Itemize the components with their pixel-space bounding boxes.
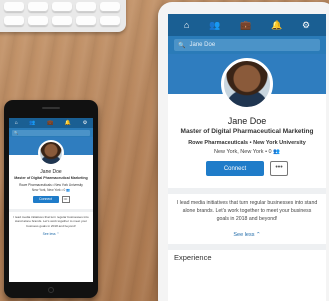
jobs-icon[interactable]: 💼 (240, 20, 251, 30)
home-button[interactable] (48, 287, 54, 293)
phone-search-bar: 🔍 (9, 128, 93, 137)
profile-summary: I lead media initiatives that turn regul… (176, 200, 318, 222)
phone-speaker (42, 107, 60, 109)
tablet-nav-bar: ⌂ 👥 💼 🔔 ⚙ (168, 14, 326, 36)
home-icon[interactable]: ⌂ (15, 120, 18, 126)
see-less-link[interactable]: See less ⌃ (9, 232, 93, 236)
avatar[interactable] (221, 58, 273, 110)
see-less-link[interactable]: See less ⌃ (168, 232, 326, 238)
search-input[interactable]: 🔍 (12, 129, 90, 136)
search-text: Jane Doe (189, 42, 216, 48)
profile-headline: Master of Digital Pharmaceutical Marketi… (14, 176, 88, 180)
profile-company: Rowe Pharmaceuticals • New York Universi… (188, 140, 306, 147)
me-icon[interactable]: ⚙ (302, 20, 310, 30)
notifications-icon[interactable]: 🔔 (65, 120, 71, 126)
profile-card: Jane Doe Master of Digital Pharmaceutica… (9, 140, 93, 203)
jobs-icon[interactable]: 💼 (47, 120, 53, 126)
search-icon: 🔍 (14, 130, 19, 135)
tablet-search-bar: 🔍 Jane Doe (168, 36, 326, 54)
connect-button[interactable]: Connect (32, 195, 59, 203)
keyboard (0, 0, 126, 32)
network-icon[interactable]: 👥 (209, 20, 220, 30)
profile-summary: I lead media initiatives that turn regul… (13, 214, 89, 228)
network-icon[interactable]: 👥 (29, 120, 35, 126)
more-button[interactable]: ••• (61, 195, 70, 203)
me-icon[interactable]: ⚙ (83, 120, 87, 126)
search-input[interactable]: 🔍 Jane Doe (174, 39, 320, 51)
phone-screen: ⌂ 👥 💼 🔔 ⚙ 🔍 Jane Doe Master of Digital P… (9, 118, 93, 282)
profile-actions: Connect ••• (12, 195, 90, 203)
profile-card: Jane Doe Master of Digital Pharmaceutica… (168, 58, 326, 177)
search-icon: 🔍 (178, 42, 186, 49)
profile-location: New York, New York • 0 👥 (214, 149, 280, 156)
connect-button[interactable]: Connect (206, 161, 264, 177)
tablet-screen: ⌂ 👥 💼 🔔 ⚙ 🔍 Jane Doe Jane Doe Master of … (168, 14, 326, 301)
profile-headline: Master of Digital Pharmaceutical Marketi… (180, 128, 314, 135)
home-icon[interactable]: ⌂ (184, 20, 189, 30)
phone-nav-bar: ⌂ 👥 💼 🔔 ⚙ (9, 118, 93, 128)
profile-actions: Connect ••• (174, 161, 320, 177)
tablet-device: ⌂ 👥 💼 🔔 ⚙ 🔍 Jane Doe Jane Doe Master of … (158, 2, 329, 301)
profile-company: Rowe Pharmaceuticals • New York Universi… (19, 182, 83, 187)
experience-heading: Experience (174, 252, 212, 262)
profile-location: New York, New York • 0 👥 (31, 187, 71, 192)
phone-device: ⌂ 👥 💼 🔔 ⚙ 🔍 Jane Doe Master of Digital P… (4, 100, 98, 298)
notifications-icon[interactable]: 🔔 (271, 20, 282, 30)
more-button[interactable]: ••• (270, 161, 288, 177)
avatar[interactable] (38, 140, 64, 166)
